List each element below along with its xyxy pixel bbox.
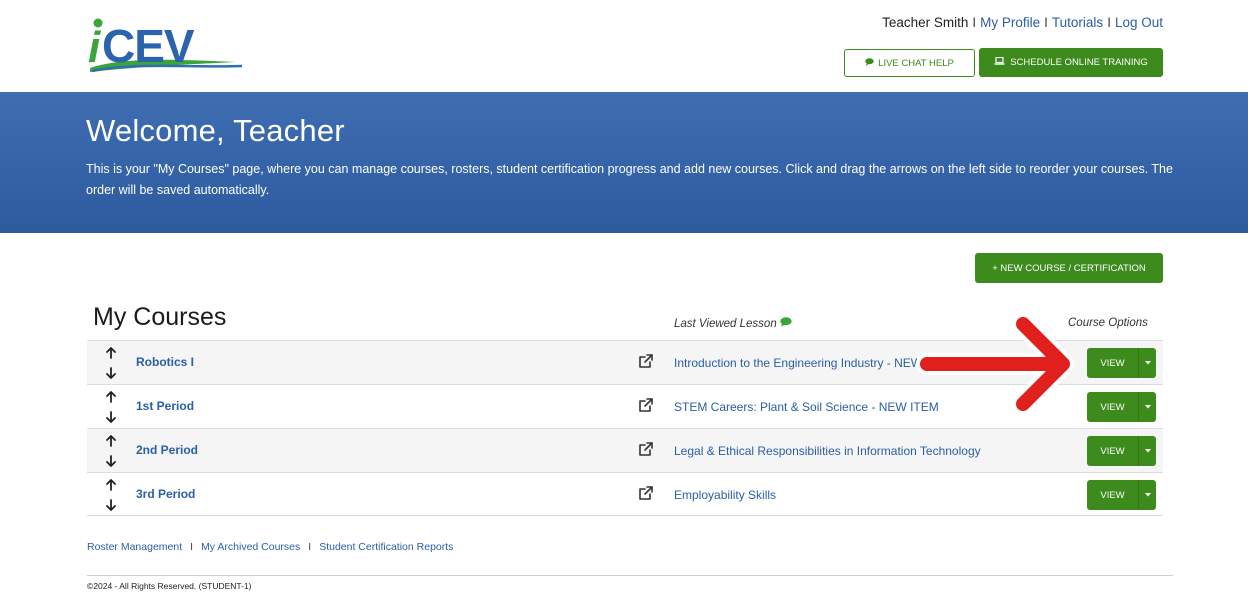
last-viewed-lesson-link[interactable]: STEM Careers: Plant & Soil Science - NEW…	[674, 400, 939, 414]
view-course-button[interactable]: VIEW	[1087, 480, 1156, 510]
archived-courses-link[interactable]: My Archived Courses	[201, 541, 300, 553]
svg-text:CEV: CEV	[102, 20, 195, 72]
caret-down-icon[interactable]	[1138, 480, 1156, 510]
separator: I	[1044, 15, 1048, 30]
svg-text:i: i	[88, 23, 101, 72]
reorder-handle[interactable]	[105, 434, 117, 468]
laptop-icon	[994, 56, 1005, 68]
new-course-certification-button[interactable]: + NEW COURSE / CERTIFICATION	[975, 253, 1163, 283]
separator: I	[1107, 15, 1111, 30]
reorder-handle[interactable]	[105, 478, 117, 512]
course-name-link[interactable]: Robotics I	[136, 355, 194, 369]
roster-management-link[interactable]: Roster Management	[87, 541, 182, 553]
separator: I	[190, 541, 194, 553]
my-profile-link[interactable]: My Profile	[980, 15, 1040, 30]
view-label: VIEW	[1100, 357, 1125, 369]
schedule-training-button[interactable]: SCHEDULE ONLINE TRAINING	[979, 48, 1163, 77]
icev-logo[interactable]: i CEV	[86, 16, 246, 76]
view-label: VIEW	[1100, 401, 1125, 413]
course-name-link[interactable]: 3rd Period	[136, 487, 195, 501]
caret-down-icon[interactable]	[1138, 392, 1156, 422]
separator: I	[972, 15, 977, 30]
live-chat-help-button[interactable]: LIVE CHAT HELP	[844, 49, 975, 77]
separator: I	[308, 541, 312, 553]
reorder-handle[interactable]	[105, 390, 117, 424]
banner-description: This is your "My Courses" page, where yo…	[86, 162, 1173, 197]
footer-divider	[87, 575, 1173, 576]
live-chat-label: LIVE CHAT HELP	[878, 57, 954, 69]
certification-reports-link[interactable]: Student Certification Reports	[319, 541, 453, 553]
external-link-icon[interactable]	[638, 353, 654, 369]
reorder-handle[interactable]	[105, 346, 117, 380]
external-link-icon[interactable]	[638, 485, 654, 501]
course-name-link[interactable]: 2nd Period	[136, 443, 198, 457]
view-course-button[interactable]: VIEW	[1087, 392, 1156, 422]
view-label: VIEW	[1100, 445, 1125, 457]
section-title: My Courses	[93, 303, 227, 331]
column-header-last-viewed: Last Viewed Lesson	[674, 317, 792, 330]
view-label: VIEW	[1100, 489, 1125, 501]
table-row: 3rd Period Employability Skills VIEW	[87, 472, 1163, 516]
table-row: 2nd Period Legal & Ethical Responsibilit…	[87, 428, 1163, 472]
last-viewed-lesson-link[interactable]: Introduction to the Engineering Industry…	[674, 356, 954, 370]
chat-bubble-icon	[780, 317, 792, 330]
last-viewed-label: Last Viewed Lesson	[674, 317, 777, 330]
caret-down-icon[interactable]	[1138, 348, 1156, 378]
user-bar: Teacher Smith I My Profile I Tutorials I…	[882, 15, 1163, 30]
log-out-link[interactable]: Log Out	[1115, 15, 1163, 30]
view-course-button[interactable]: VIEW	[1087, 436, 1156, 466]
external-link-icon[interactable]	[638, 441, 654, 457]
user-name: Teacher Smith	[882, 15, 969, 30]
copyright-text: ©2024 - All Rights Reserved. (STUDENT-1)	[87, 581, 252, 591]
last-viewed-lesson-link[interactable]: Legal & Ethical Responsibilities in Info…	[674, 444, 981, 458]
site-header: i CEV Teacher Smith I My Profile I Tutor…	[0, 0, 1248, 92]
caret-down-icon[interactable]	[1138, 436, 1156, 466]
chat-bubble-icon	[865, 57, 874, 69]
course-name-link[interactable]: 1st Period	[136, 399, 194, 413]
page-title: Welcome, Teacher	[86, 113, 345, 148]
external-link-icon[interactable]	[638, 397, 654, 413]
view-course-button[interactable]: VIEW	[1087, 348, 1156, 378]
last-viewed-lesson-link[interactable]: Employability Skills	[674, 488, 776, 502]
schedule-label: SCHEDULE ONLINE TRAINING	[1010, 57, 1148, 68]
welcome-banner: Welcome, Teacher This is your "My Course…	[0, 92, 1248, 233]
tutorials-link[interactable]: Tutorials	[1052, 15, 1103, 30]
footer-links: Roster Management I My Archived Courses …	[87, 541, 453, 553]
annotation-arrow-icon	[915, 310, 1085, 420]
